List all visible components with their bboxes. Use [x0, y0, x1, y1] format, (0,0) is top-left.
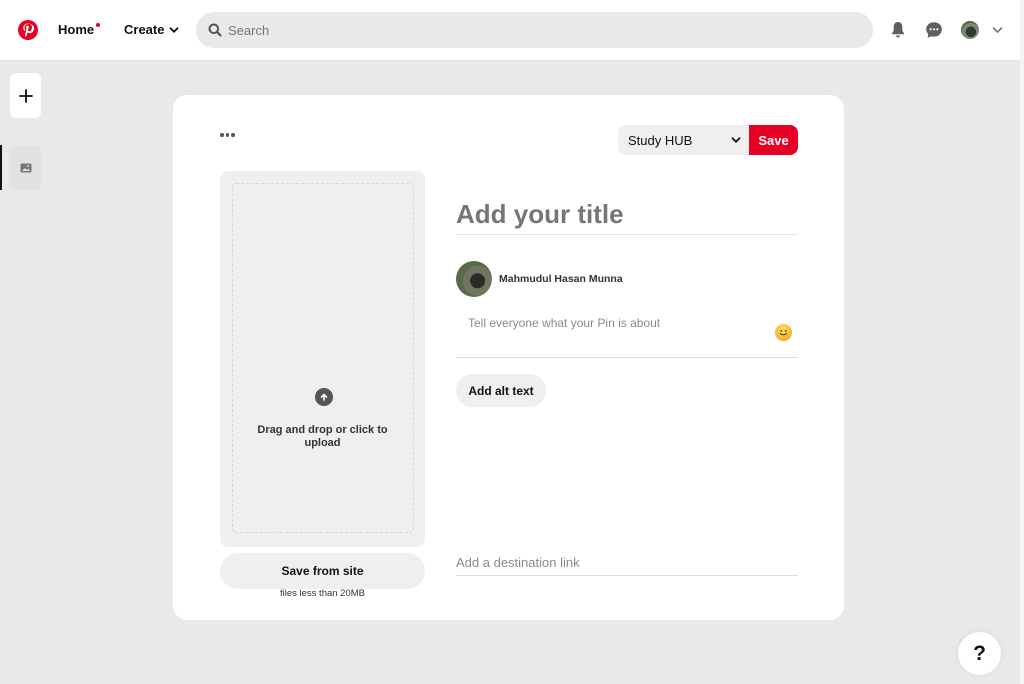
- scrollbar[interactable]: [1020, 0, 1024, 684]
- save-from-site-button[interactable]: Save from site: [220, 553, 425, 589]
- nav-home-label: Home: [58, 22, 95, 37]
- selected-indicator: [0, 145, 2, 190]
- save-button[interactable]: Save: [749, 125, 798, 155]
- more-options-button[interactable]: [220, 133, 235, 137]
- user-name: Mahmudul Hasan Munna: [499, 273, 623, 285]
- plus-icon: [18, 88, 33, 103]
- nav-create-label: Create: [124, 22, 165, 37]
- description-input[interactable]: [456, 307, 756, 347]
- upload-arrow-icon: [315, 388, 333, 406]
- nav-create-dropdown[interactable]: Create: [124, 22, 179, 37]
- avatar[interactable]: [961, 21, 979, 39]
- draft-pin-thumbnail[interactable]: [10, 145, 41, 190]
- image-icon: [20, 163, 31, 172]
- messages-icon: [926, 22, 942, 38]
- notification-dot: [96, 23, 101, 27]
- pin-builder-card: Study HUB Save Drag and drop or click to…: [173, 95, 844, 620]
- notifications-button[interactable]: [888, 20, 908, 40]
- bell-icon: [892, 22, 904, 38]
- search-input[interactable]: [228, 22, 828, 38]
- pinterest-logo-icon: [23, 23, 34, 37]
- more-dots-icon: [220, 133, 224, 137]
- search-icon: [208, 23, 222, 37]
- emoji-icon[interactable]: [775, 324, 792, 341]
- chevron-down-icon: [170, 26, 179, 33]
- board-select-dropdown[interactable]: Study HUB: [618, 125, 749, 155]
- help-button[interactable]: ?: [958, 632, 1001, 675]
- search-bar[interactable]: [196, 12, 873, 48]
- image-upload-dropzone[interactable]: Drag and drop or click to upload We reco…: [220, 171, 425, 599]
- create-new-pin-button[interactable]: [10, 73, 41, 118]
- messages-button[interactable]: [924, 20, 944, 40]
- add-alt-text-button[interactable]: Add alt text: [456, 374, 546, 407]
- more-dot: [231, 133, 235, 137]
- user-avatar: [456, 261, 492, 297]
- chevron-down-icon: [731, 137, 741, 143]
- pin-title-input[interactable]: [456, 195, 798, 235]
- more-dot: [225, 133, 229, 137]
- destination-link-input[interactable]: [456, 550, 798, 576]
- dropzone-border: [232, 183, 414, 533]
- upload-instruction: Drag and drop or click to upload: [257, 424, 388, 449]
- description-field: [456, 307, 798, 358]
- nav-home[interactable]: Home: [58, 22, 101, 37]
- top-navigation-bar: Home Create: [0, 0, 1020, 61]
- board-select-value: Study HUB: [628, 132, 693, 148]
- chevron-down-icon[interactable]: [992, 25, 1003, 35]
- pinterest-logo[interactable]: [18, 20, 38, 40]
